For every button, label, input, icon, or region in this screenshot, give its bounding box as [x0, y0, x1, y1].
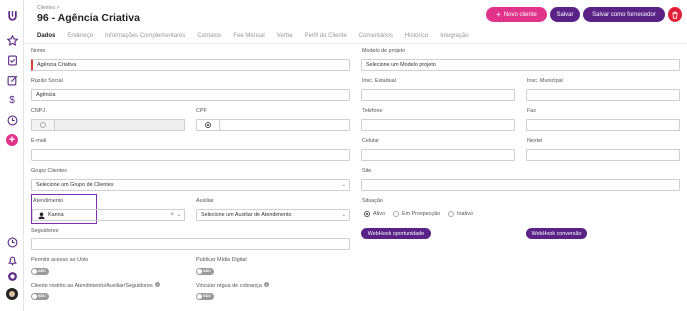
webhook-conversao-button[interactable]: WebHook conversão	[526, 228, 587, 239]
label-celular: Celular	[362, 138, 380, 144]
cnpj-field[interactable]	[31, 119, 185, 131]
label-midia: Publicar Mídia Digital	[196, 257, 247, 263]
delete-button[interactable]	[668, 7, 682, 22]
cnpj-input	[55, 120, 184, 130]
breadcrumb-separator: >	[56, 5, 60, 11]
edit-icon[interactable]	[4, 72, 20, 88]
chevron-down-icon: ⌄	[176, 212, 181, 218]
email-input[interactable]	[31, 149, 350, 161]
clear-icon[interactable]: ×	[170, 212, 174, 218]
user-avatar-icon	[37, 211, 45, 219]
label-situacao: Situação	[362, 198, 383, 204]
label-grupo: Grupo Clientes	[31, 168, 67, 174]
new-client-label: Novo cliente	[503, 11, 537, 18]
cpf-field[interactable]	[196, 119, 350, 131]
target-icon[interactable]	[4, 268, 20, 284]
label-modelo: Modelo de projeto	[362, 48, 406, 54]
insc-municipal-input[interactable]	[526, 89, 680, 101]
logo-icon[interactable]	[4, 7, 20, 23]
label-seguidores: Seguidores	[31, 228, 59, 234]
telefone-input[interactable]	[361, 119, 515, 131]
label-auxiliar: Auxiliar	[196, 198, 214, 204]
new-client-button[interactable]: + Novo cliente	[486, 7, 547, 22]
nome-input[interactable]: Agência Criativa	[31, 59, 350, 71]
star-icon[interactable]	[4, 32, 20, 48]
cpf-radio[interactable]	[197, 120, 220, 130]
situacao-inativo[interactable]: Inativo	[448, 211, 473, 217]
info-icon[interactable]: i	[154, 282, 160, 287]
midia-toggle[interactable]: NÃO	[196, 268, 214, 275]
label-site: Site	[362, 168, 372, 174]
page-title: 96 - Agência Criativa	[37, 12, 140, 24]
label-insc-municipal: Insc. Municipal	[527, 78, 563, 84]
label-restrito: Cliente restrito ao Atendimento/Auxiliar…	[31, 282, 160, 289]
fax-input[interactable]	[526, 119, 680, 131]
clock-icon[interactable]	[4, 234, 20, 250]
bell-icon[interactable]	[4, 252, 20, 268]
grupo-select[interactable]: Selecione um Grupo de Clientes ⌄	[31, 179, 350, 191]
grupo-value: Selecione um Grupo de Clientes	[36, 182, 114, 188]
plus-icon[interactable]: +	[6, 134, 18, 146]
razao-input[interactable]: Agência	[31, 89, 350, 101]
situacao-ativo[interactable]: Ativo	[364, 211, 385, 217]
label-acesso: Permitir acesso ao Uolo	[31, 257, 89, 263]
label-razao: Razão Social	[31, 78, 63, 84]
breadcrumb-link[interactable]: Clientes	[37, 5, 55, 11]
seguidores-input[interactable]	[31, 238, 350, 250]
dollar-icon[interactable]: $	[4, 92, 20, 108]
auxiliar-select[interactable]: Selecione um Auxiliar de Atendimento ⌄	[196, 209, 350, 221]
plus-icon: +	[496, 10, 501, 19]
atendimento-value: Karina	[48, 212, 64, 218]
label-email: E-mail	[31, 138, 47, 144]
avatar[interactable]	[6, 288, 18, 300]
label-nome: Nome	[31, 48, 46, 54]
label-regua: Vincular régua de cobrança i	[196, 282, 269, 289]
label-atendimento: Atendimento	[33, 198, 64, 204]
chevron-down-icon: ⌄	[341, 182, 346, 188]
breadcrumb: Clientes >	[37, 5, 59, 11]
label-fax: Fax	[527, 108, 536, 114]
webhook-oportunidade-button[interactable]: WebHook oportunidade	[361, 228, 431, 239]
info-icon[interactable]: i	[263, 282, 269, 287]
label-nextel: Nextel	[527, 138, 543, 144]
sidebar: $ +	[0, 0, 24, 311]
label-telefone: Telefone	[362, 108, 383, 114]
clock-icon[interactable]	[4, 112, 20, 128]
nextel-input[interactable]	[526, 149, 680, 161]
trash-icon	[672, 11, 678, 19]
acesso-toggle[interactable]: NÃO	[31, 268, 49, 275]
cnpj-radio[interactable]	[32, 120, 55, 130]
save-button[interactable]: Salvar	[550, 7, 580, 22]
modelo-select[interactable]: Selecione um Modelo projeto	[361, 59, 680, 71]
regua-toggle[interactable]: NÃO	[196, 293, 214, 300]
checklist-icon[interactable]	[4, 52, 20, 68]
situacao-radio-group: Ativo Em Prospecção Inativo	[364, 211, 481, 217]
save-supplier-button[interactable]: Salvar como fornecedor	[583, 7, 665, 22]
insc-estadual-input[interactable]	[361, 89, 515, 101]
auxiliar-value: Selecione um Auxiliar de Atendimento	[201, 212, 292, 218]
site-input[interactable]	[361, 179, 680, 191]
situacao-prospeccao[interactable]: Em Prospecção	[392, 211, 440, 217]
label-cpf: CPF	[196, 108, 207, 114]
restrito-toggle[interactable]: NÃO	[31, 293, 49, 300]
cpf-input[interactable]	[220, 120, 349, 130]
celular-input[interactable]	[361, 149, 515, 161]
label-cnpj: CNPJ	[31, 108, 46, 114]
chevron-down-icon: ⌄	[341, 212, 346, 218]
label-insc-estadual: Insc. Estadual	[362, 78, 396, 84]
atendimento-select[interactable]: Karina × ⌄	[32, 209, 185, 221]
